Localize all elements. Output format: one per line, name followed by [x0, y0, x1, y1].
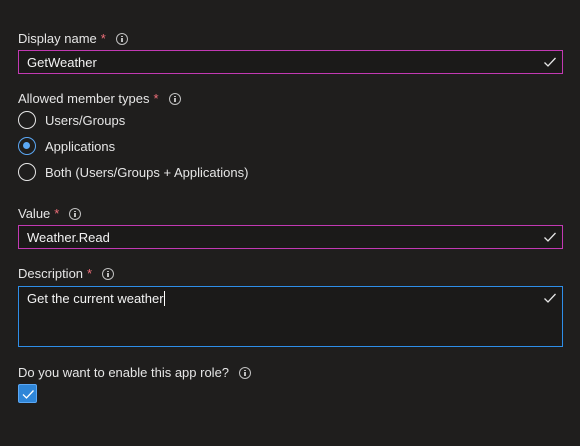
radio-applications[interactable]: Applications	[18, 137, 115, 155]
checkmark-icon	[544, 57, 556, 67]
display-name-input[interactable]: GetWeather	[18, 50, 563, 74]
radio-button[interactable]	[18, 137, 36, 155]
value-label: Value *	[18, 206, 82, 221]
display-name-value: GetWeather	[27, 55, 97, 70]
radio-button[interactable]	[18, 163, 36, 181]
enable-role-label: Do you want to enable this app role?	[18, 365, 252, 380]
radio-users-groups[interactable]: Users/Groups	[18, 111, 125, 129]
display-name-label-text: Display name	[18, 31, 97, 46]
info-icon[interactable]	[239, 366, 252, 379]
description-label-text: Description	[18, 266, 84, 281]
radio-label: Users/Groups	[45, 112, 126, 128]
member-types-label-text: Allowed member types	[18, 91, 150, 106]
info-icon[interactable]	[102, 267, 115, 280]
display-name-label: Display name *	[18, 31, 128, 46]
text-cursor	[163, 291, 165, 306]
info-icon[interactable]	[115, 32, 128, 45]
description-value-wrap: Get the current weather	[27, 291, 165, 306]
info-icon[interactable]	[69, 207, 82, 220]
radio-label: Applications	[45, 138, 116, 154]
value-value: Weather.Read	[27, 230, 110, 245]
radio-button[interactable]	[18, 111, 36, 129]
info-icon[interactable]	[168, 92, 181, 105]
radio-both[interactable]: Both (Users/Groups + Applications)	[18, 163, 248, 181]
checkmark-icon	[22, 390, 34, 399]
member-types-label: Allowed member types *	[18, 91, 181, 106]
required-marker: *	[153, 91, 159, 106]
required-marker: *	[87, 266, 93, 281]
required-marker: *	[100, 31, 106, 46]
required-marker: *	[54, 206, 60, 221]
value-input[interactable]: Weather.Read	[18, 225, 563, 249]
enable-role-label-text: Do you want to enable this app role?	[18, 365, 230, 380]
description-value: Get the current weather	[27, 291, 164, 306]
description-textarea[interactable]: Get the current weather	[18, 286, 563, 347]
checkmark-icon	[544, 293, 556, 303]
value-label-text: Value	[18, 206, 51, 221]
checkmark-icon	[544, 232, 556, 242]
enable-role-checkbox[interactable]	[18, 384, 37, 403]
description-label: Description *	[18, 266, 115, 281]
radio-label: Both (Users/Groups + Applications)	[45, 164, 249, 180]
